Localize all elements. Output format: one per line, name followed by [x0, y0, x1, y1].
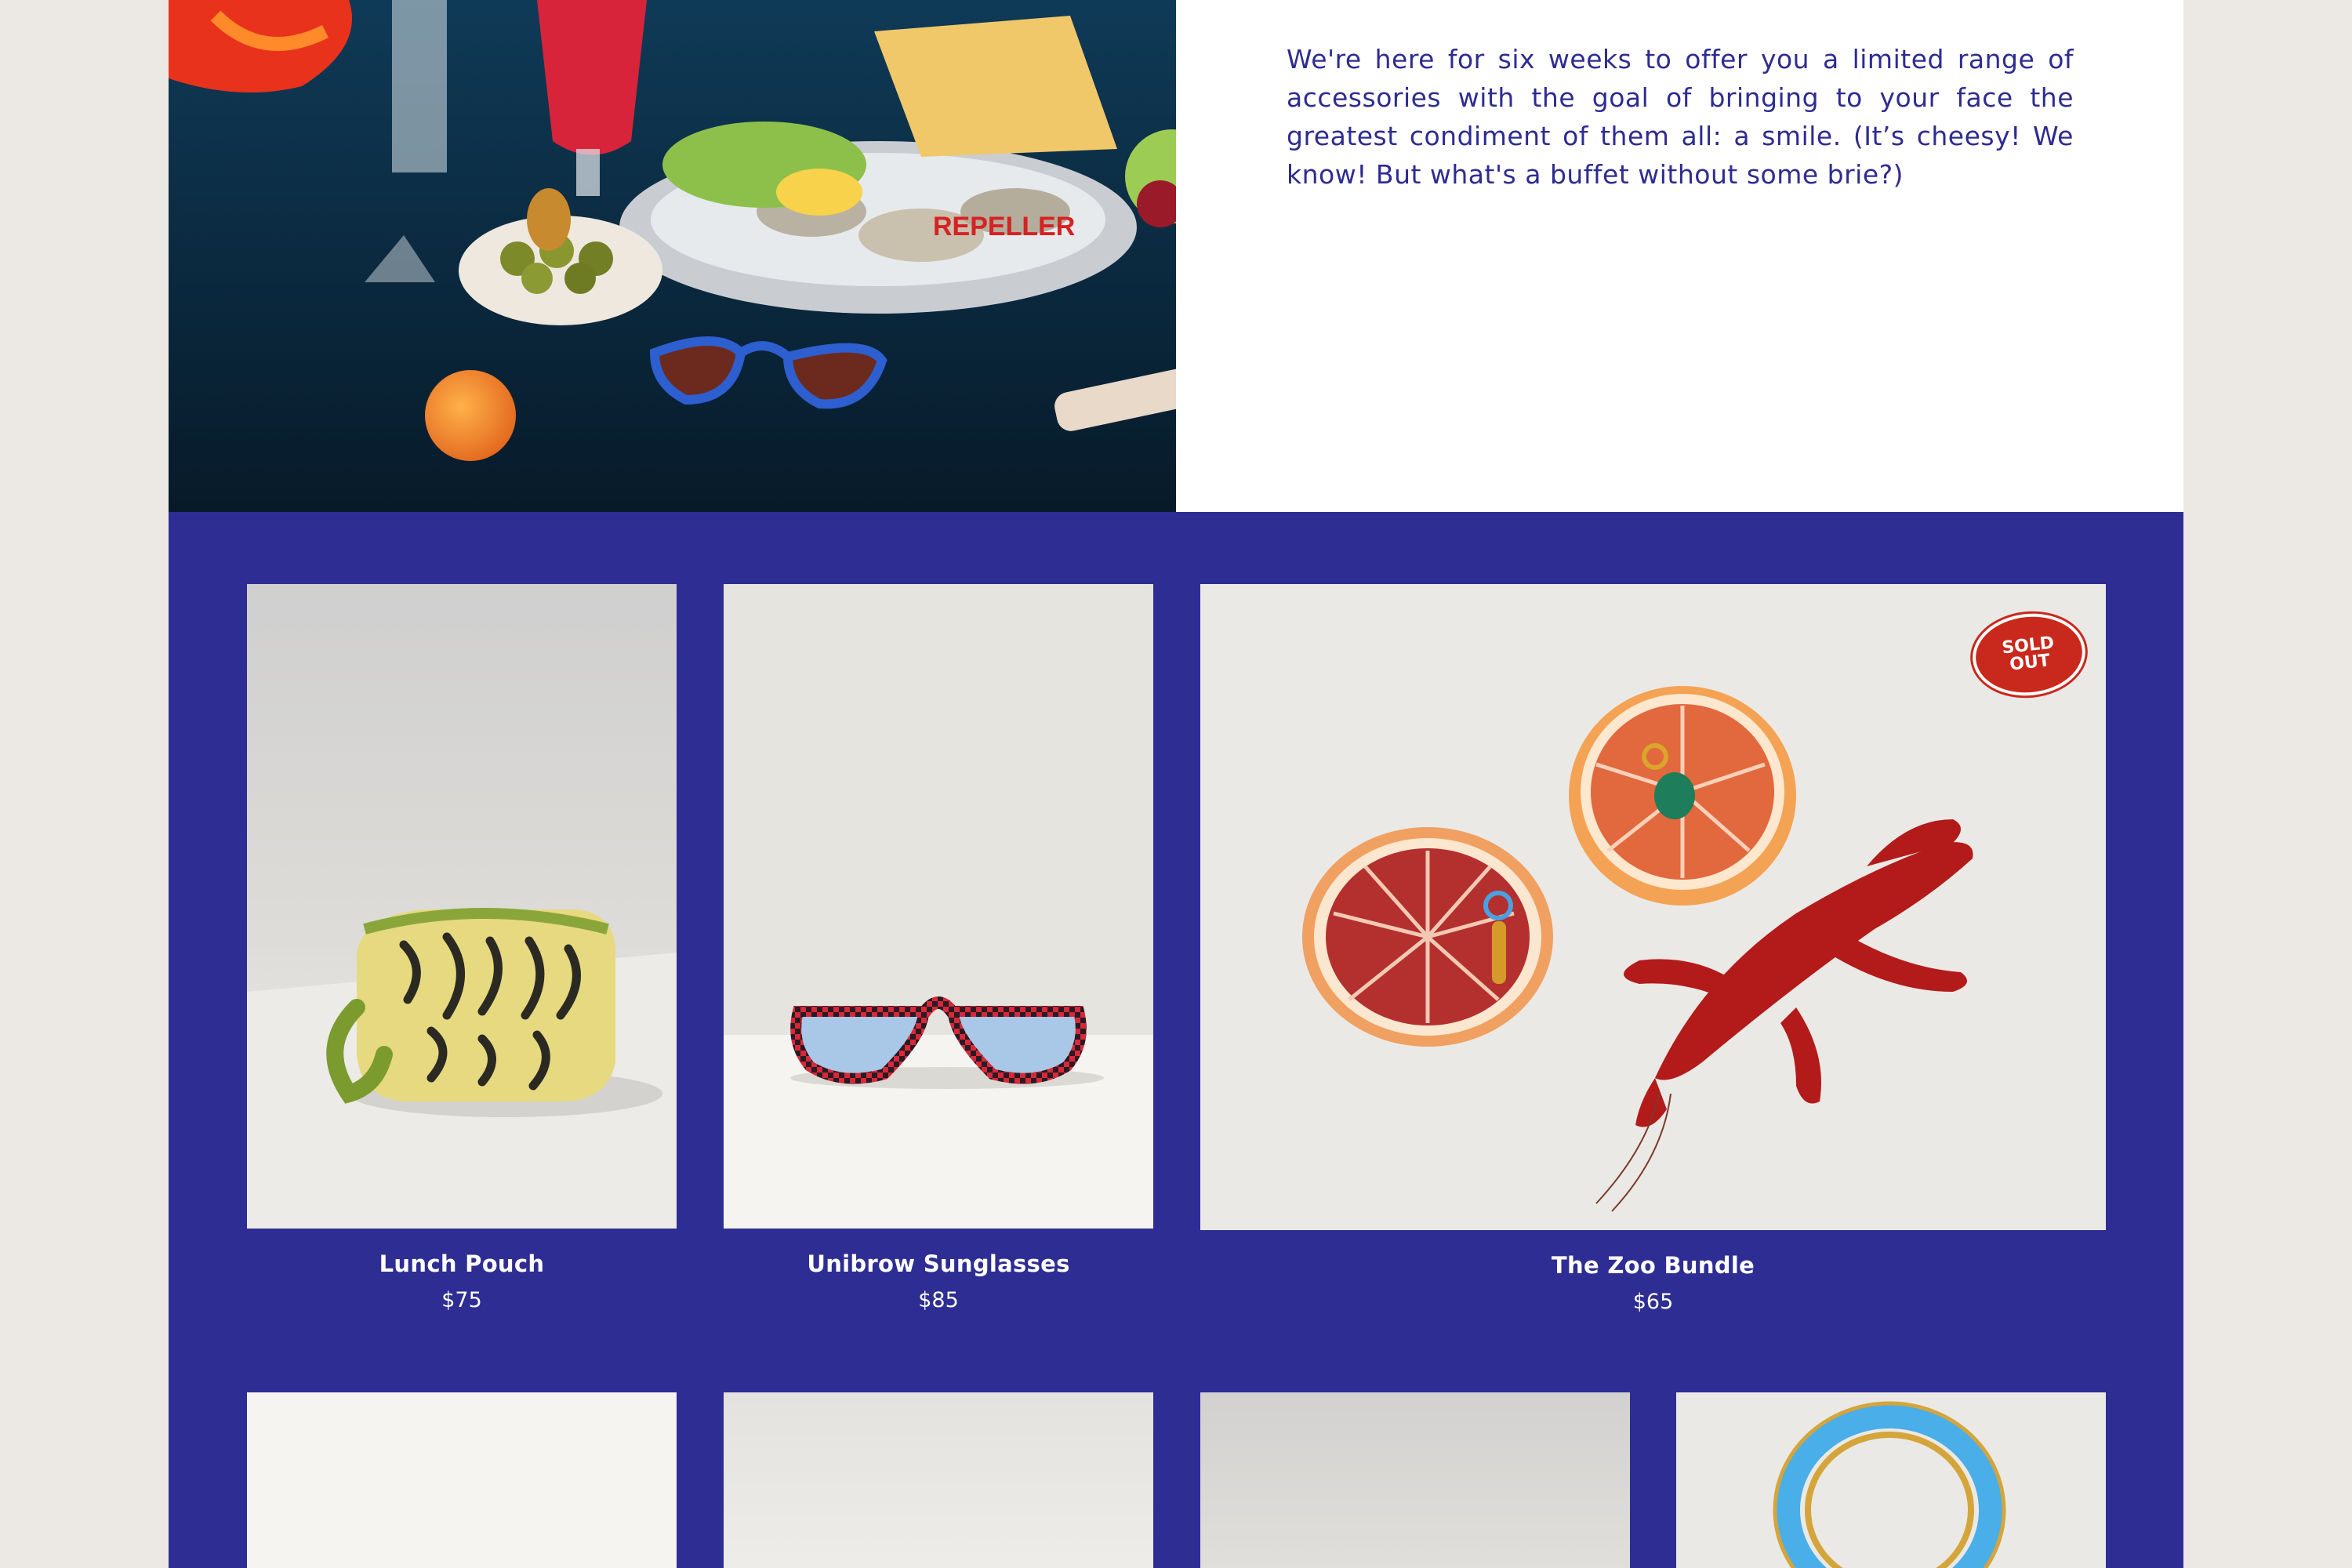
intro-paragraph: We're here for six weeks to offer you a … — [1287, 44, 2074, 190]
tiger-pouch-illustration — [247, 584, 677, 1229]
hero-image: REPELLER — [169, 0, 1176, 512]
product-image-lunch-pouch[interactable] — [247, 584, 677, 1229]
product-image-unibrow-sunglasses[interactable] — [724, 584, 1153, 1229]
product-card-unibrow-sunglasses[interactable]: Unibrow Sunglasses $85 — [724, 584, 1153, 1312]
product-image-zoo-bundle[interactable]: SOLD OUT — [1200, 584, 2106, 1230]
product-card-lunch-pouch[interactable]: Lunch Pouch $75 — [247, 584, 677, 1312]
product-card-row2-2[interactable] — [724, 1392, 1153, 1568]
repeller-logo: REPELLER — [933, 212, 1075, 241]
product-grid: Lunch Pouch $75 Unibrow Sunglasses $85 S… — [169, 512, 2183, 1568]
product-name[interactable]: Unibrow Sunglasses — [724, 1250, 1153, 1277]
product-name[interactable]: Lunch Pouch — [247, 1250, 677, 1277]
grapefruit-crayfish-illustration — [1200, 584, 2106, 1230]
product-card-zoo-bundle[interactable]: SOLD OUT The Zoo Bundle $65 — [1200, 584, 2106, 1314]
product-card-row2-1[interactable] — [247, 1392, 677, 1568]
product-image[interactable] — [724, 1392, 1153, 1568]
product-price: $75 — [441, 1288, 482, 1312]
sunglasses-illustration — [724, 584, 1153, 1229]
product-card-row2-3[interactable] — [1200, 1392, 1630, 1568]
product-price: $65 — [1632, 1290, 1674, 1314]
bangle-illustration — [1676, 1392, 2106, 1568]
product-image[interactable] — [1676, 1392, 2106, 1568]
page: REPELLER We're here for six weeks to off… — [169, 0, 2183, 1568]
buffet-table-illustration: REPELLER — [169, 0, 1176, 512]
product-image[interactable] — [247, 1392, 677, 1568]
product-image[interactable] — [1200, 1392, 1630, 1568]
sold-out-label: SOLD OUT — [2001, 633, 2056, 675]
product-card-row2-4[interactable] — [1676, 1392, 2106, 1568]
product-name[interactable]: The Zoo Bundle — [1200, 1252, 2106, 1279]
product-price: $85 — [918, 1288, 959, 1312]
